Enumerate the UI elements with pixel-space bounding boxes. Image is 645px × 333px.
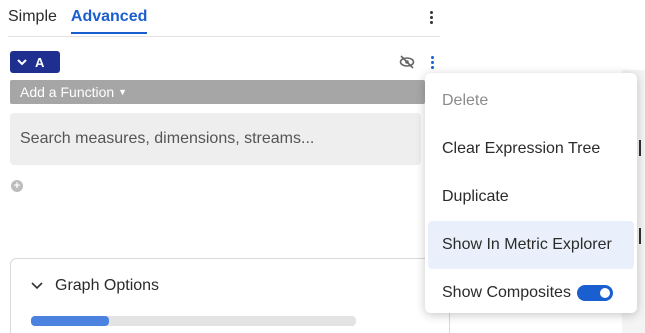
query-menu-icon[interactable] xyxy=(428,54,436,70)
search-input[interactable]: Search measures, dimensions, streams... xyxy=(10,113,421,165)
graph-options-header[interactable]: Graph Options xyxy=(31,277,159,295)
mode-tabs: Simple Advanced xyxy=(8,6,148,34)
graph-options-slider[interactable] xyxy=(31,316,356,326)
caret-down-icon: ▼ xyxy=(118,87,128,97)
add-function-button[interactable]: Add a Function ▼ xyxy=(10,80,425,104)
query-toggle-button[interactable]: A xyxy=(10,51,60,73)
menu-item-clear-expression-tree[interactable]: Clear Expression Tree xyxy=(428,125,634,173)
context-menu: Delete Clear Expression Tree Duplicate S… xyxy=(425,73,637,313)
tab-advanced[interactable]: Advanced xyxy=(70,6,148,34)
search-placeholder: Search measures, dimensions, streams... xyxy=(20,130,315,147)
background-divider xyxy=(639,228,641,244)
menu-item-label: Duplicate xyxy=(442,188,509,205)
menu-item-duplicate[interactable]: Duplicate xyxy=(428,173,634,221)
eye-off-icon[interactable] xyxy=(399,55,415,69)
menu-item-label: Clear Expression Tree xyxy=(442,140,601,157)
toggle-knob xyxy=(599,288,610,298)
tab-simple[interactable]: Simple xyxy=(8,6,57,34)
menu-item-label: Show In Metric Explorer xyxy=(442,236,612,253)
graph-options-title: Graph Options xyxy=(55,277,160,294)
more-options-icon[interactable] xyxy=(426,8,436,26)
graph-options-panel: Graph Options xyxy=(10,258,450,333)
chevron-down-icon xyxy=(17,58,27,65)
menu-item-label: Delete xyxy=(442,92,489,109)
add-function-label: Add a Function xyxy=(20,84,115,100)
menu-item-show-composites[interactable]: Show Composites xyxy=(428,269,634,317)
divider xyxy=(8,36,440,37)
menu-item-show-in-metric-explorer[interactable]: Show In Metric Explorer xyxy=(428,221,634,269)
menu-item-label: Show Composites xyxy=(442,284,571,301)
plus-circle-icon[interactable]: + xyxy=(11,180,23,192)
slider-fill xyxy=(31,316,109,326)
menu-item-delete[interactable]: Delete xyxy=(428,77,634,125)
query-label: A xyxy=(35,54,45,70)
chevron-down-icon xyxy=(31,282,43,290)
show-composites-toggle[interactable] xyxy=(576,285,613,301)
background-divider xyxy=(639,140,641,156)
